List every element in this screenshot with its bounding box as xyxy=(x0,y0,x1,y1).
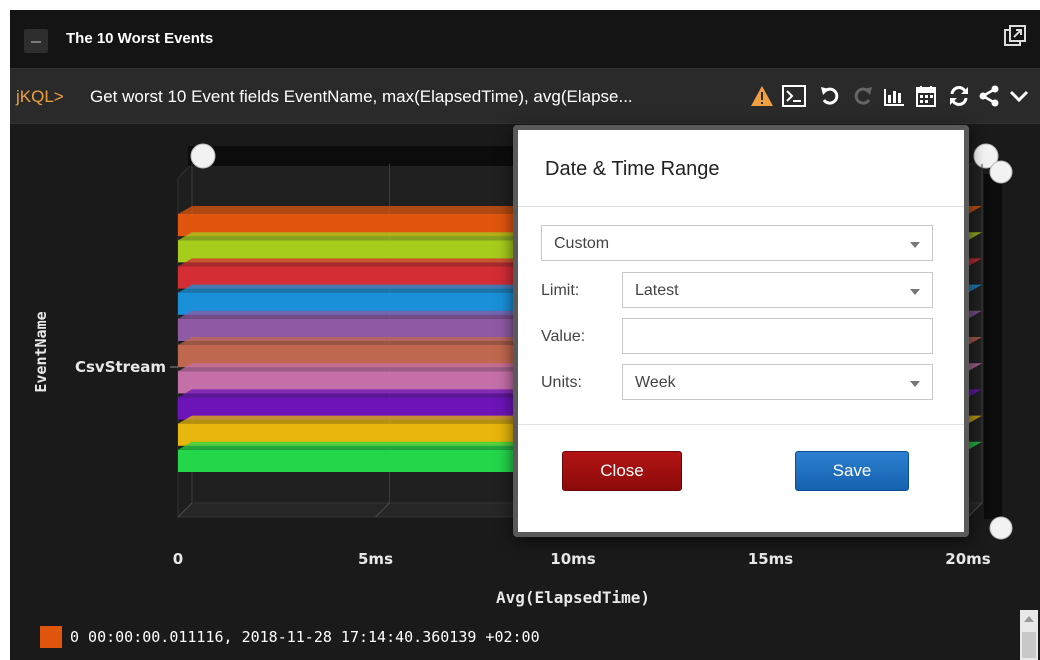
popout-icon[interactable] xyxy=(1003,25,1027,49)
undo-icon[interactable] xyxy=(817,83,843,109)
x-tick-label: 5ms xyxy=(358,550,393,568)
dialog-header: Date & Time Range xyxy=(518,130,964,207)
chevron-down-icon xyxy=(910,381,920,387)
collapse-icon[interactable] xyxy=(24,29,48,53)
x-tick-label: 20ms xyxy=(945,550,991,568)
x-tick-label: 0 xyxy=(173,550,183,568)
save-button[interactable]: Save xyxy=(795,451,909,491)
bar-chart-icon[interactable] xyxy=(881,83,907,109)
chevron-down-icon xyxy=(910,289,920,295)
query-bar: jKQL> Get worst 10 Event fields EventNam… xyxy=(10,68,1040,124)
scroll-thumb[interactable] xyxy=(1022,632,1036,658)
scroll-up-icon[interactable] xyxy=(1024,616,1034,622)
limit-select[interactable]: Latest xyxy=(622,272,933,308)
zoom-slider-track xyxy=(984,174,1002,519)
x-tick-label: 10ms xyxy=(550,550,596,568)
range-slider-handle-left xyxy=(190,143,216,169)
limit-value: Latest xyxy=(635,282,679,299)
share-icon[interactable] xyxy=(976,83,1002,109)
zoom-slider-handle-bottom xyxy=(989,516,1013,540)
legend-swatch xyxy=(40,626,62,648)
window-title: The 10 Worst Events xyxy=(66,30,214,47)
chevron-down-icon xyxy=(910,242,920,248)
range-type-select[interactable]: Custom xyxy=(541,225,933,261)
y-axis-title: EventName xyxy=(32,311,50,392)
value-input[interactable] xyxy=(622,318,933,354)
zoom-slider-handle-top xyxy=(989,160,1013,184)
terminal-icon[interactable] xyxy=(781,83,807,109)
chevron-down-icon[interactable] xyxy=(1006,83,1032,109)
units-select[interactable]: Week xyxy=(622,364,933,400)
units-value: Week xyxy=(635,374,676,391)
legend-item[interactable]: 0 00:00:00.011116, 2018-11-28 17:14:40.3… xyxy=(40,625,540,649)
query-text[interactable]: Get worst 10 Event fields EventName, max… xyxy=(90,87,633,107)
legend-scrollbar[interactable] xyxy=(1020,610,1038,660)
x-tick-label: 15ms xyxy=(748,550,794,568)
legend-label: 0 00:00:00.011116, 2018-11-28 17:14:40.3… xyxy=(70,628,540,646)
range-type-value: Custom xyxy=(554,235,610,252)
close-button[interactable]: Close xyxy=(562,451,682,491)
y-tick-label: CsvStream xyxy=(75,358,166,376)
refresh-icon[interactable] xyxy=(946,83,972,109)
warning-icon[interactable] xyxy=(749,83,775,109)
dialog-title: Date & Time Range xyxy=(545,158,720,180)
x-axis-title: Avg(ElapsedTime) xyxy=(496,588,650,607)
limit-label: Limit: xyxy=(541,282,580,299)
date-time-range-dialog: Date & Time Range Custom Limit: Latest V… xyxy=(513,125,969,537)
title-bar: The 10 Worst Events xyxy=(10,10,1040,68)
value-label: Value: xyxy=(541,328,586,345)
dialog-divider xyxy=(518,424,964,425)
redo-icon[interactable] xyxy=(850,83,876,109)
query-prompt: jKQL> xyxy=(16,87,64,106)
units-label: Units: xyxy=(541,374,582,391)
calendar-icon[interactable] xyxy=(913,83,939,109)
